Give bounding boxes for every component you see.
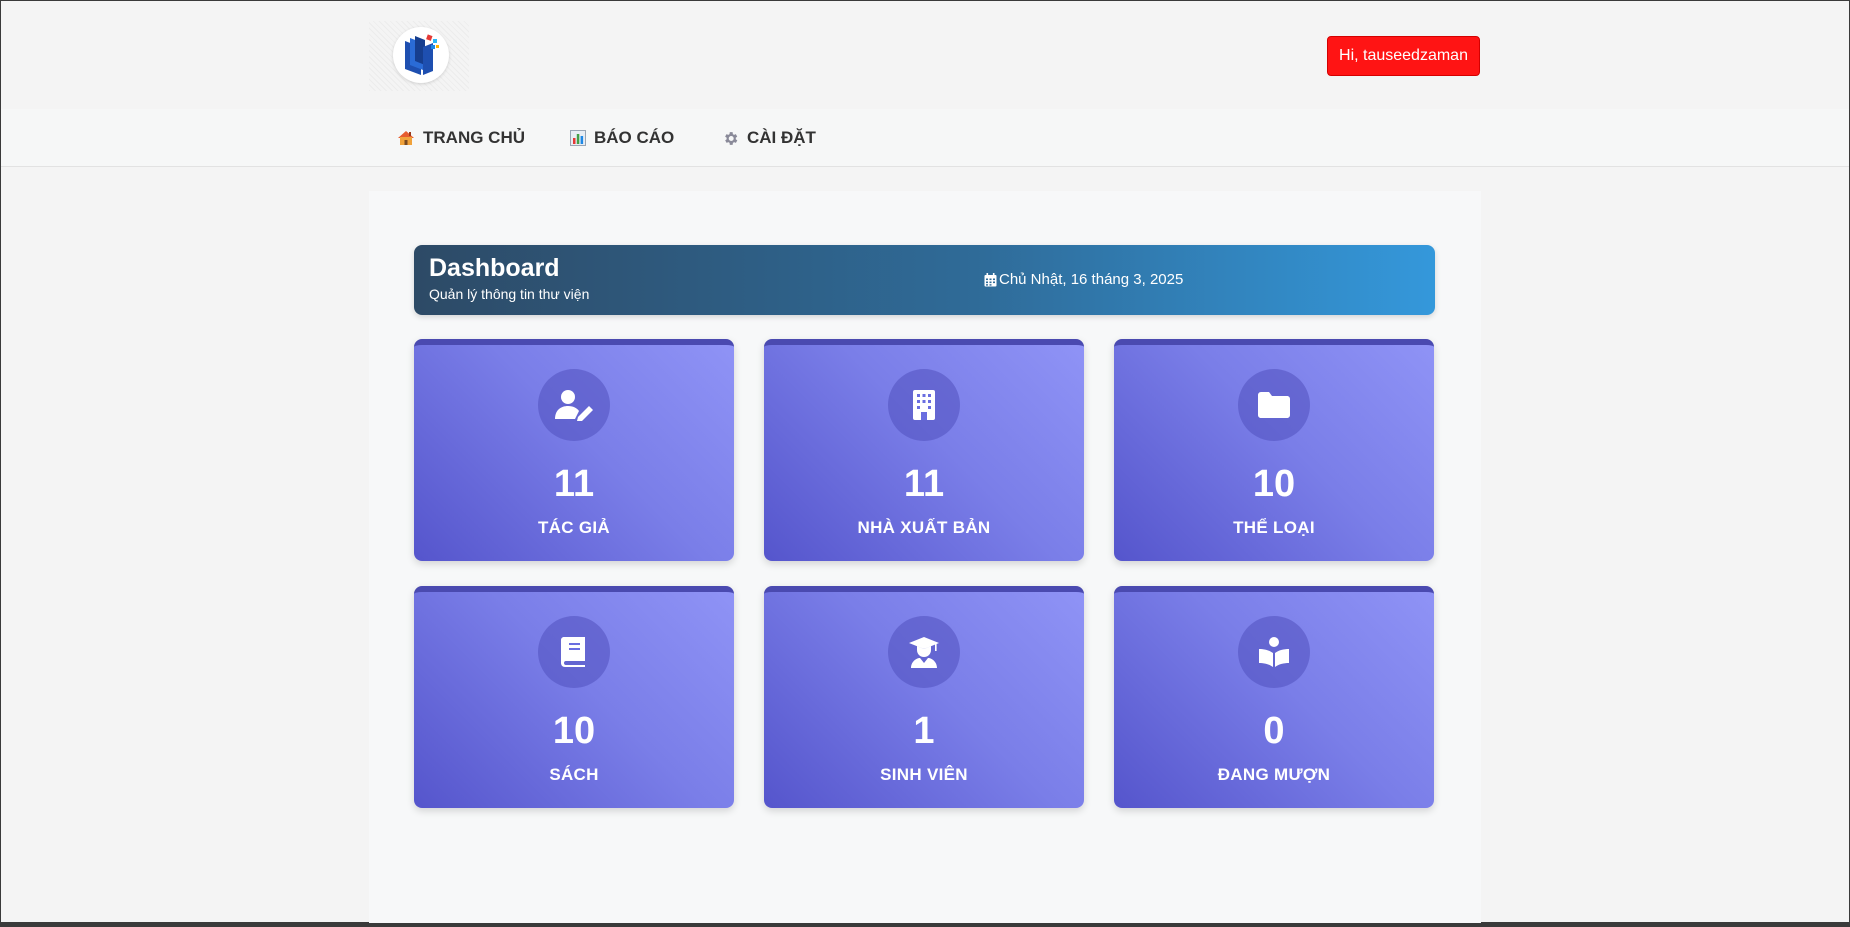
- house-icon: [397, 130, 415, 146]
- stat-label: ĐANG MƯỢN: [1217, 765, 1331, 784]
- stat-card-books[interactable]: 10 SÁCH: [414, 586, 734, 808]
- library-logo[interactable]: [393, 27, 449, 83]
- stat-card-borrowing[interactable]: 0 ĐANG MƯỢN: [1114, 586, 1434, 808]
- current-date: Chủ Nhật, 16 tháng 3, 2025: [984, 271, 1183, 288]
- stat-label: NHÀ XUẤT BẢN: [857, 518, 991, 537]
- nav-item-reports[interactable]: BÁO CÁO: [570, 109, 674, 167]
- nav-item-label: CÀI ĐẶT: [747, 128, 816, 147]
- bar-chart-icon: [570, 130, 586, 146]
- logo-area[interactable]: [369, 21, 469, 91]
- main-nav: TRANG CHỦ BÁO CÁO CÀI ĐẶT: [1, 109, 1849, 167]
- folder-icon: [1238, 369, 1310, 441]
- stat-value: 0: [1263, 710, 1285, 752]
- user-greeting-button[interactable]: Hi, tauseedzaman: [1327, 36, 1480, 76]
- gear-icon: [722, 130, 739, 147]
- book-icon: [538, 616, 610, 688]
- stat-label: SÁCH: [549, 765, 599, 784]
- stat-value: 1: [913, 710, 935, 752]
- stat-label: TÁC GIẢ: [538, 518, 610, 537]
- stat-value: 11: [553, 463, 595, 505]
- graduate-icon: [888, 616, 960, 688]
- nav-item-label: BÁO CÁO: [594, 128, 675, 147]
- stat-card-authors[interactable]: 11 TÁC GIẢ: [414, 339, 734, 561]
- calendar-icon: [984, 272, 997, 286]
- stat-value: 10: [1252, 463, 1296, 505]
- dashboard-header: Dashboard Quản lý thông tin thư viện Chủ…: [414, 245, 1435, 315]
- building-icon: [888, 369, 960, 441]
- author-pen-icon: [538, 369, 610, 441]
- browser-viewport: Hi, tauseedzaman TRANG CHỦ BÁO CÁO CÀI Đ…: [0, 0, 1850, 924]
- stat-card-students[interactable]: 1 SINH VIÊN: [764, 586, 1084, 808]
- stat-value: 10: [552, 710, 596, 752]
- stat-label: SINH VIÊN: [880, 765, 968, 784]
- page-subtitle: Quản lý thông tin thư viện: [429, 286, 590, 302]
- stat-card-categories[interactable]: 10 THỂ LOẠI: [1114, 339, 1434, 561]
- nav-item-home[interactable]: TRANG CHỦ: [397, 109, 525, 167]
- page-title: Dashboard: [429, 254, 560, 282]
- date-text: Chủ Nhật, 16 tháng 3, 2025: [999, 271, 1184, 288]
- reading-icon: [1238, 616, 1310, 688]
- stat-label: THỂ LOẠI: [1233, 518, 1315, 537]
- window-bottom-edge: [0, 923, 1850, 927]
- stat-value: 11: [903, 463, 945, 505]
- nav-item-label: TRANG CHỦ: [423, 128, 525, 147]
- stat-card-publishers[interactable]: 11 NHÀ XUẤT BẢN: [764, 339, 1084, 561]
- nav-item-settings[interactable]: CÀI ĐẶT: [722, 109, 816, 167]
- top-header: Hi, tauseedzaman: [1, 1, 1849, 109]
- main-content: Dashboard Quản lý thông tin thư viện Chủ…: [369, 191, 1481, 924]
